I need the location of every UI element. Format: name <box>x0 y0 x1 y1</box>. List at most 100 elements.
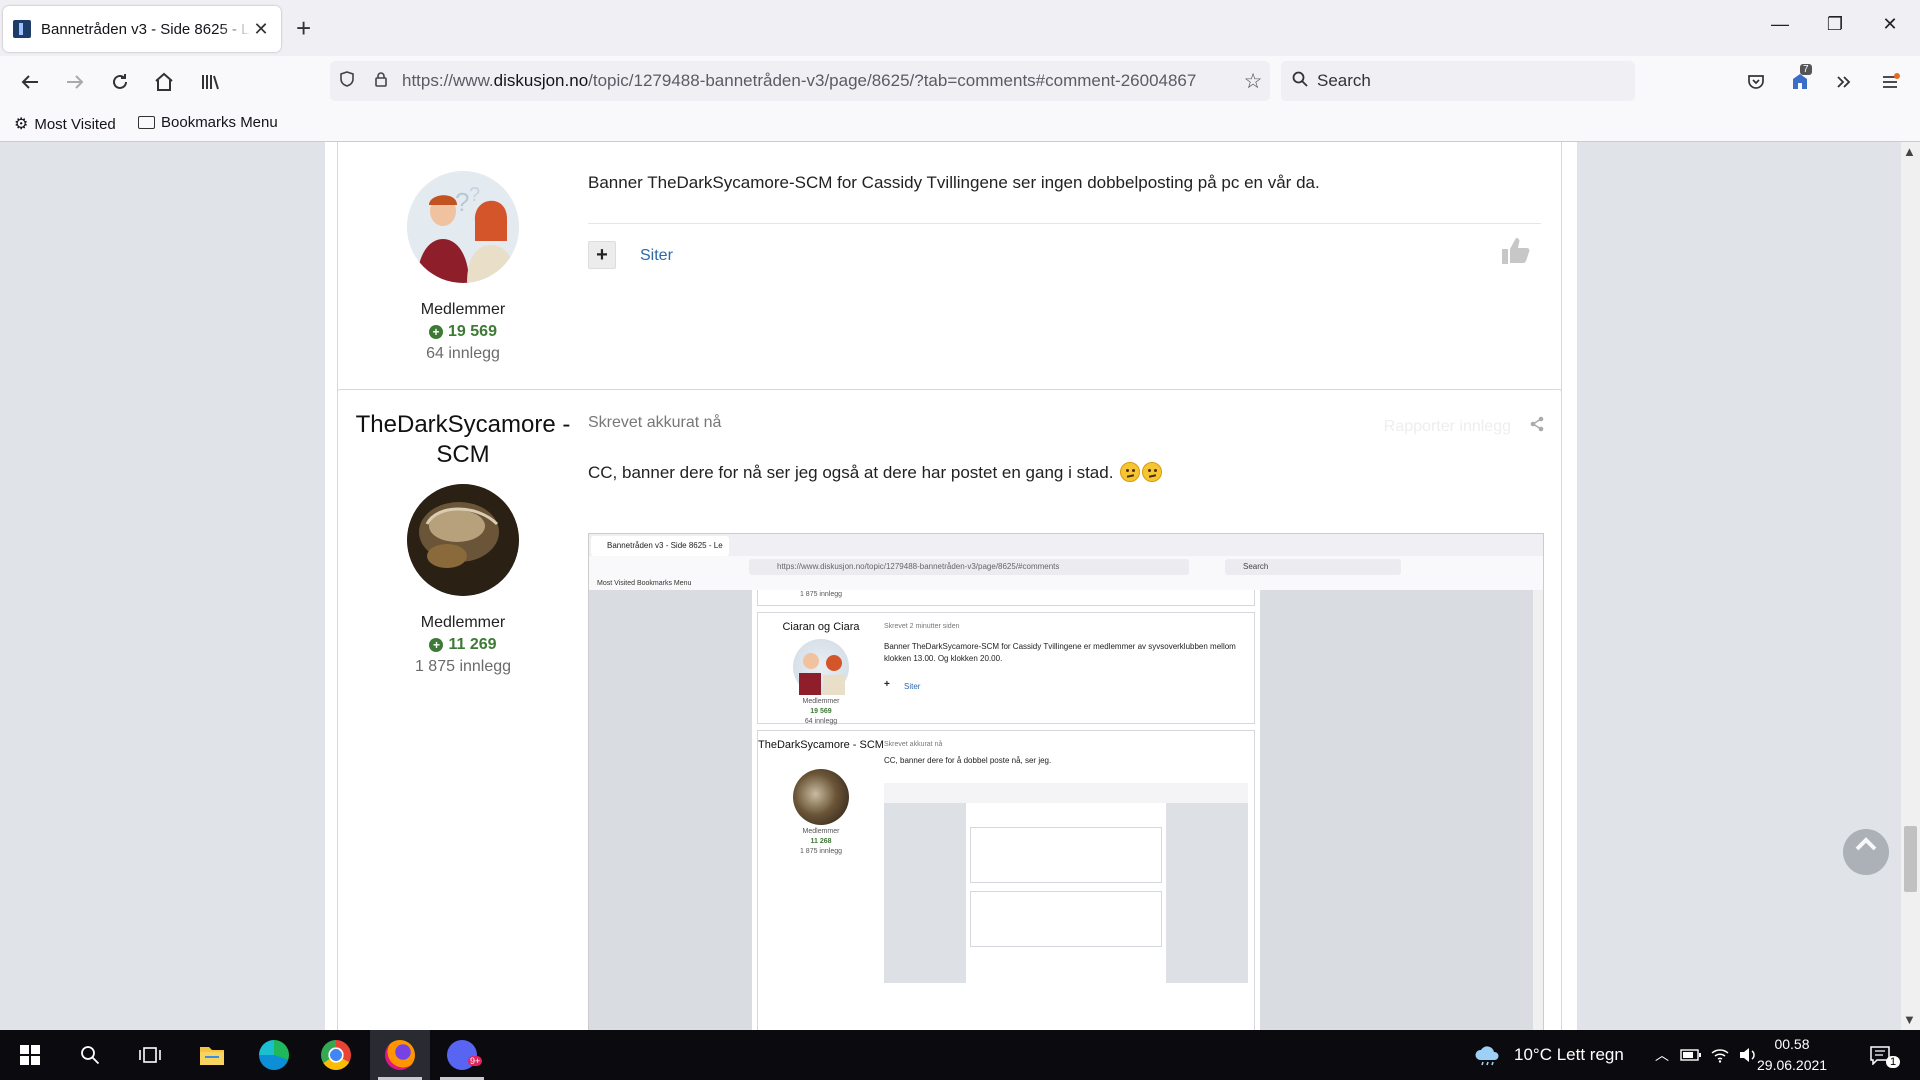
scroll-down-arrow-icon[interactable]: ▼ <box>1903 1012 1916 1027</box>
page-scrollbar[interactable]: ▲ ▼ <box>1901 142 1920 1030</box>
task-view-button[interactable] <box>120 1030 180 1080</box>
tracking-protection-shield-icon[interactable] <box>330 70 364 93</box>
url-text[interactable]: https://www.diskusjon.no/topic/1279488-b… <box>398 71 1236 91</box>
nested-post <box>970 827 1162 883</box>
battery-icon[interactable] <box>1676 1030 1706 1080</box>
show-hidden-icons-chevron-up-icon[interactable]: ︿ <box>1648 1030 1676 1080</box>
reload-icon <box>113 74 127 89</box>
navigation-toolbar: https://www.diskusjon.no/topic/1279488-b… <box>0 56 1920 106</box>
page-viewport: ? ? Medlemmer +19 569 64 innlegg Banner … <box>0 142 1920 1030</box>
reload-button[interactable] <box>104 66 136 98</box>
chrome-icon <box>321 1040 351 1070</box>
app-menu-button[interactable] <box>1874 68 1906 96</box>
reputation-badge: +19 569 <box>338 323 588 341</box>
screenshot-group: Medlemmer <box>802 698 840 705</box>
extension-badge: 7 <box>1800 64 1812 75</box>
bookmarks-toolbar: ⚙ Most Visited Bookmarks Menu <box>0 106 1920 142</box>
back-arrow-icon <box>21 75 38 89</box>
overflow-menu-button[interactable] <box>1828 68 1860 96</box>
notification-count: 1 <box>1886 1056 1901 1068</box>
library-icon <box>202 75 219 90</box>
windows-logo-icon <box>20 1045 40 1065</box>
reputation-value: 11 269 <box>448 636 497 653</box>
post-timestamp: Skrevet akkurat nå <box>588 414 722 431</box>
edge-browser-button[interactable] <box>244 1030 304 1080</box>
scroll-up-arrow-icon[interactable]: ▲ <box>1903 144 1916 159</box>
avatar[interactable] <box>407 484 519 596</box>
multiquote-plus-button[interactable]: + <box>588 241 616 269</box>
svg-text:?: ? <box>455 187 469 217</box>
new-tab-button[interactable]: + <box>296 14 311 42</box>
screenshot-timestamp: Skrevet akkurat nå <box>884 741 943 748</box>
bookmark-star-icon[interactable]: ☆ <box>1236 69 1270 94</box>
bookmark-most-visited[interactable]: ⚙ Most Visited <box>14 114 116 134</box>
pocket-button[interactable] <box>1740 68 1772 96</box>
extension-button[interactable]: 7 <box>1784 64 1816 96</box>
windows-taskbar: 9+ 10°C Lett regn ︿ 00.58 29.06.2021 1 <box>0 1030 1920 1080</box>
author-name[interactable]: TheDarkSycamore - SCM <box>338 390 588 470</box>
bookmark-label: Most Visited <box>34 115 116 133</box>
back-button[interactable] <box>14 66 46 98</box>
screenshot-quote-link: Siter <box>904 682 921 691</box>
screenshot-url: https://www.diskusjon.no/topic/1279488-b… <box>749 559 1189 575</box>
firefox-browser-button[interactable] <box>370 1030 430 1080</box>
forward-button[interactable] <box>59 66 91 98</box>
restore-window-button[interactable]: ❐ <box>1815 14 1855 35</box>
plus-circle-icon: + <box>429 638 444 652</box>
quote-link[interactable]: Siter <box>640 247 673 265</box>
hamburger-menu-icon <box>1883 73 1900 88</box>
file-explorer-icon <box>200 1047 224 1065</box>
screenshot-author-name: TheDarkSycamore - SCM <box>758 739 884 751</box>
start-button[interactable] <box>0 1030 60 1080</box>
plus-circle-icon: + <box>429 325 444 339</box>
nested-browser-chrome <box>884 783 1248 803</box>
bookmark-bookmarks-menu[interactable]: Bookmarks Menu <box>138 114 278 131</box>
file-explorer-button[interactable] <box>182 1030 242 1080</box>
site-favicon-icon <box>13 20 31 38</box>
taskbar-search-button[interactable] <box>60 1030 120 1080</box>
address-bar[interactable]: https://www.diskusjon.no/topic/1279488-b… <box>330 61 1270 101</box>
reputation-value: 19 569 <box>448 323 497 340</box>
share-icon[interactable] <box>1529 416 1545 437</box>
discord-button[interactable]: 9+ <box>432 1030 492 1080</box>
screenshot-author-meta: Medlemmer 11 268 1 875 innlegg <box>758 827 884 857</box>
browser-tab-active[interactable]: Bannetråden v3 - Side 8625 - Le ✕ <box>3 6 281 52</box>
library-button[interactable] <box>194 66 226 98</box>
weather-text[interactable]: 10°C Lett regn <box>1514 1045 1624 1065</box>
minimize-window-button[interactable]: — <box>1760 14 1800 35</box>
edge-icon <box>259 1040 289 1070</box>
avatar[interactable]: ? ? <box>407 171 519 283</box>
post-count: 1 875 innlegg <box>414 658 512 675</box>
screenshot-rep: 11 268 <box>810 838 832 845</box>
weather-widget[interactable] <box>1458 1030 1518 1080</box>
confused-face-emoji-icon <box>1120 462 1141 482</box>
chrome-browser-button[interactable] <box>306 1030 366 1080</box>
close-tab-icon[interactable]: ✕ <box>251 19 271 40</box>
screenshot-post-text: CC, banner dere for å dobbel poste nå, s… <box>884 756 1052 765</box>
screenshot-prev-count: 1 875 innlegg <box>799 591 843 598</box>
attached-screenshot-image[interactable]: Bannetråden v3 - Side 8625 - Le https://… <box>588 533 1544 1030</box>
search-icon <box>1291 70 1309 93</box>
search-placeholder: Search <box>1317 71 1371 90</box>
report-post-link[interactable]: Rapporter innlegg <box>1384 418 1511 436</box>
screenshot-count: 1 875 innlegg <box>799 848 843 855</box>
wifi-icon[interactable] <box>1706 1030 1734 1080</box>
bookmark-label: Bookmarks Menu <box>161 114 278 131</box>
search-icon <box>81 1046 100 1065</box>
tab-title: Bannetråden v3 - Side 8625 - Le <box>41 20 251 38</box>
discord-badge: 9+ <box>468 1056 483 1066</box>
scrollbar-thumb[interactable] <box>1904 826 1917 892</box>
lock-icon[interactable] <box>364 70 398 93</box>
task-view-icon <box>139 1047 161 1063</box>
screenshot-rep: 19 569 <box>810 708 832 715</box>
screenshot-post-fragment: 1 875 innlegg <box>757 590 1255 606</box>
home-button[interactable] <box>148 66 180 98</box>
close-window-button[interactable]: ✕ <box>1870 14 1910 35</box>
system-clock[interactable]: 00.58 29.06.2021 <box>1757 1034 1827 1076</box>
action-center-button[interactable]: 1 <box>1850 1030 1910 1080</box>
scroll-to-top-button[interactable] <box>1843 829 1889 875</box>
screenshot-author-meta: Medlemmer 19 569 64 innlegg <box>758 697 884 727</box>
search-box[interactable]: Search <box>1281 61 1635 101</box>
like-thumbs-up-icon[interactable] <box>1500 236 1532 273</box>
chevron-up-icon <box>1855 837 1877 851</box>
